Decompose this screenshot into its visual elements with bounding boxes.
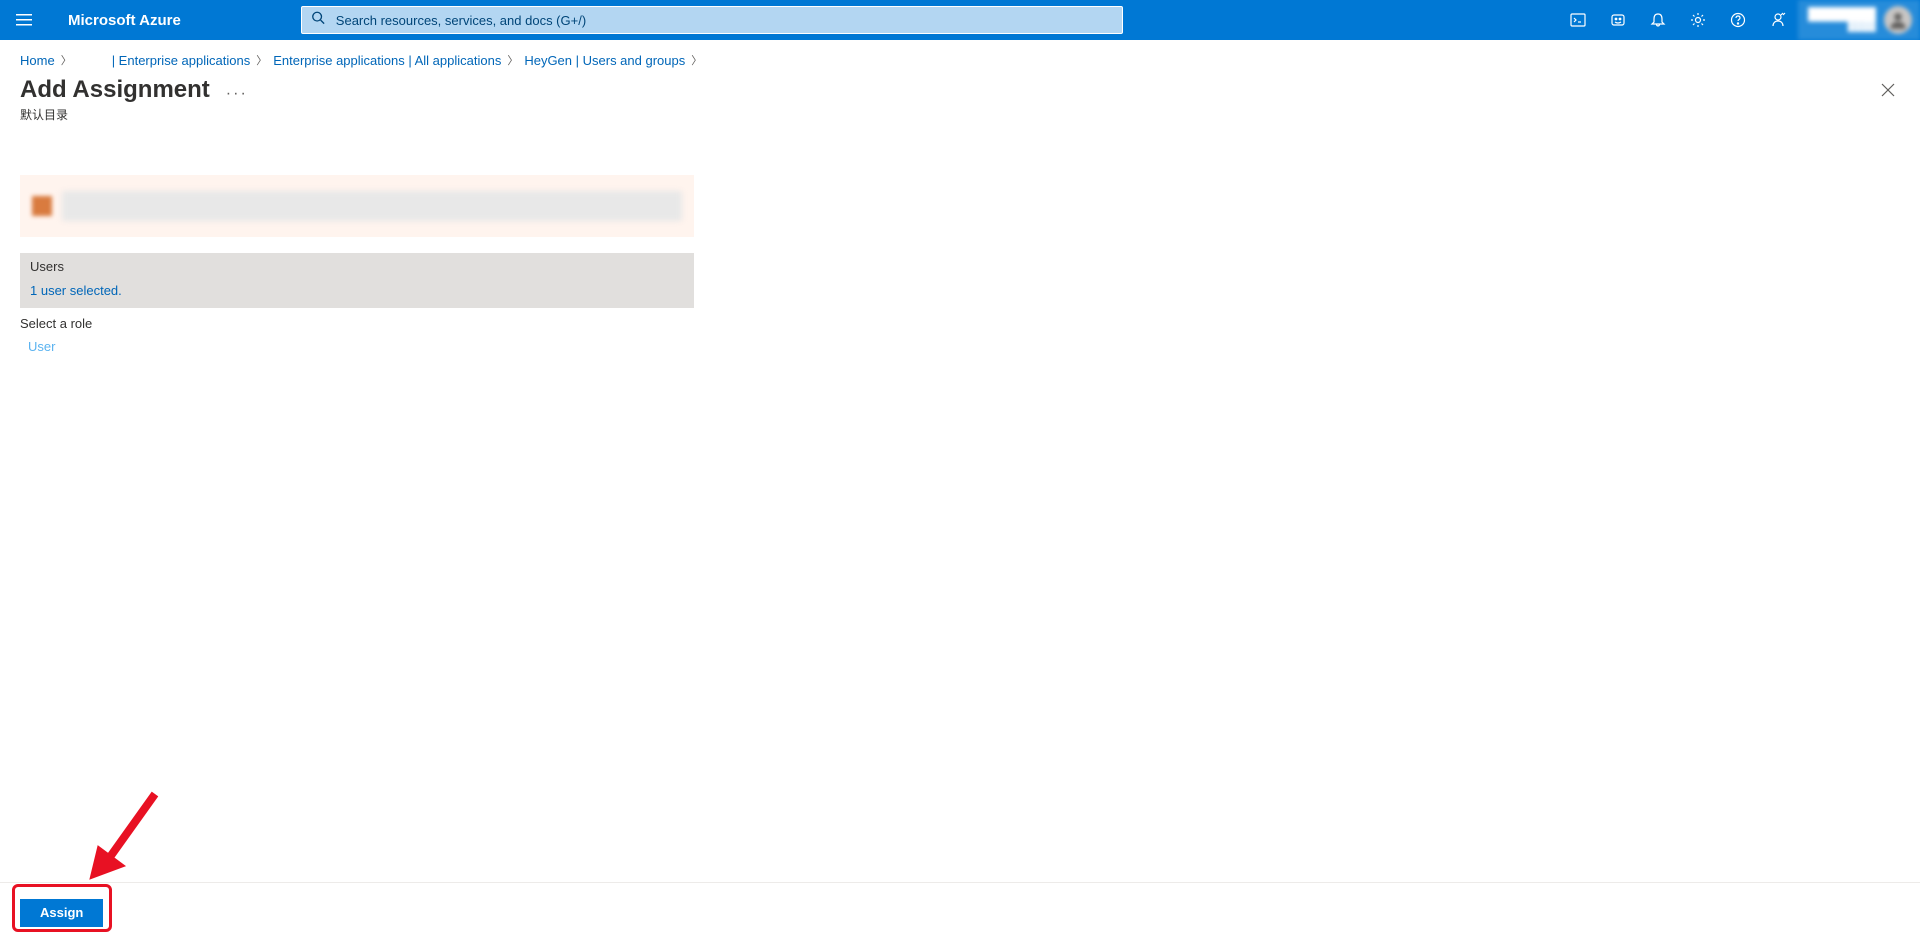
footer-bar: Assign [0,882,1920,942]
content-area: Users 1 user selected. Select a role Use… [0,135,1920,376]
copilot-button[interactable] [1598,0,1638,40]
role-label: Select a role [20,310,1900,335]
breadcrumb: Home 〉 | Enterprise applications 〉 Enter… [0,40,1920,76]
breadcrumb-all-applications[interactable]: Enterprise applications | All applicatio… [273,53,501,68]
settings-button[interactable] [1678,0,1718,40]
global-search [301,6,1123,34]
page-title: Add Assignment [20,76,210,104]
feedback-button[interactable] [1758,0,1798,40]
close-icon [1881,83,1895,97]
chevron-right-icon: 〉 [256,52,267,68]
breadcrumb-home[interactable]: Home [20,53,55,68]
users-label: Users [20,253,694,278]
page-header: Add Assignment ··· 默认目录 [0,76,1920,135]
assign-button[interactable]: Assign [20,899,103,927]
info-banner-text [62,191,682,221]
help-icon [1730,12,1746,28]
cloud-shell-button[interactable] [1558,0,1598,40]
top-actions: ████████ ████ [1558,0,1920,40]
page-subtitle: 默认目录 [20,106,248,123]
top-nav-bar: Microsoft Azure [0,0,1920,40]
help-button[interactable] [1718,0,1758,40]
annotation-arrow-icon [80,784,170,894]
chevron-right-icon: 〉 [691,52,702,68]
users-selector[interactable]: 1 user selected. [20,278,694,308]
brand-label[interactable]: Microsoft Azure [48,12,201,29]
search-icon [311,11,325,30]
avatar [1884,6,1912,34]
chevron-right-icon: 〉 [507,52,518,68]
breadcrumb-enterprise-apps[interactable]: | Enterprise applications [112,53,251,68]
bell-icon [1650,12,1666,28]
account-menu[interactable]: ████████ ████ [1798,0,1920,40]
copilot-icon [1610,12,1626,28]
notifications-button[interactable] [1638,0,1678,40]
feedback-icon [1770,12,1786,28]
hamburger-icon [16,12,32,28]
breadcrumb-heygen-users-groups[interactable]: HeyGen | Users and groups [524,53,685,68]
hamburger-menu-button[interactable] [0,0,48,40]
chevron-right-icon: 〉 [61,52,72,68]
gear-icon [1690,12,1706,28]
more-actions-button[interactable]: ··· [226,77,248,103]
users-selected-link[interactable]: 1 user selected. [30,283,122,298]
role-selector[interactable]: User [20,335,55,354]
person-icon [1888,10,1908,30]
info-banner [20,175,694,237]
search-input[interactable] [301,6,1123,34]
warning-icon [32,196,52,216]
close-button[interactable] [1876,78,1900,102]
cloud-shell-icon [1570,12,1586,28]
